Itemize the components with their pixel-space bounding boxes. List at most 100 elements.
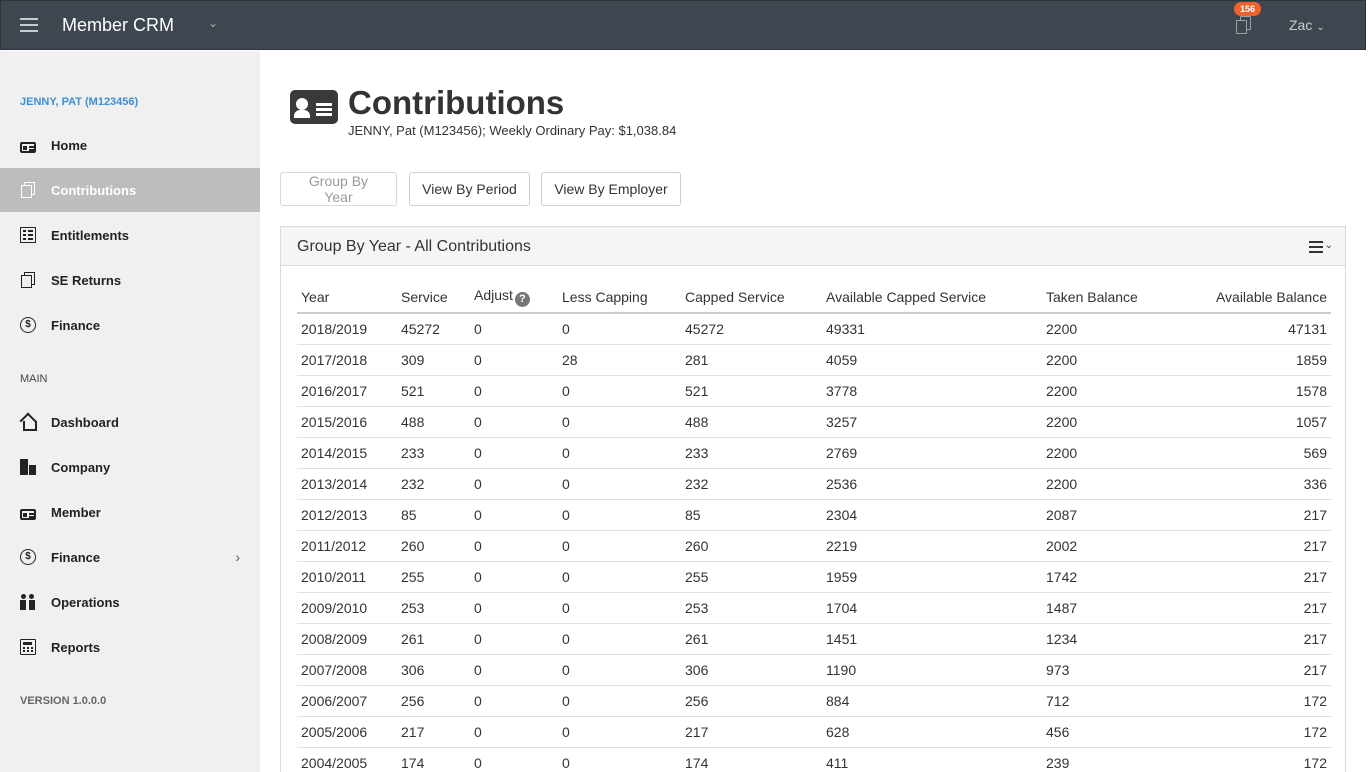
table-cell: 488 — [397, 406, 470, 438]
table-cell: 217 — [1182, 530, 1331, 562]
hamburger-menu-icon[interactable] — [20, 18, 38, 32]
app-title[interactable]: Member CRM — [62, 15, 174, 36]
table-row[interactable]: 2006/2007 256 0 0 256 884 712 172 — [297, 685, 1331, 717]
sidebar-item-finance-main[interactable]: $ Finance › — [0, 535, 260, 579]
table-cell: 233 — [397, 437, 470, 469]
table-row[interactable]: 2007/2008 306 0 0 306 1190 973 217 — [297, 654, 1331, 686]
table-cell: 2018/2019 — [297, 313, 397, 345]
help-icon[interactable]: ? — [514, 292, 530, 307]
table-cell: 217 — [1182, 499, 1331, 531]
sidebar-item-label: Operations — [51, 594, 120, 610]
table-cell: 45272 — [681, 313, 822, 345]
table-row[interactable]: 2016/2017 521 0 0 521 3778 2200 1578 — [297, 375, 1331, 407]
view-by-period-button[interactable]: View By Period — [409, 172, 530, 206]
panel-title: Group By Year - All Contributions — [297, 238, 531, 255]
sidebar-item-company[interactable]: Company — [0, 445, 260, 489]
table-row[interactable]: 2009/2010 253 0 0 253 1704 1487 217 — [297, 592, 1331, 624]
chevron-down-icon[interactable]: ⌄ — [1325, 240, 1333, 251]
table-cell: 2011/2012 — [297, 530, 397, 562]
table-cell: 1451 — [822, 623, 1042, 655]
table-row[interactable]: 2005/2006 217 0 0 217 628 456 172 — [297, 716, 1331, 748]
sidebar-item-label: Contributions — [51, 182, 137, 198]
table-cell: 1057 — [1182, 406, 1331, 438]
table-cell: 2013/2014 — [297, 468, 397, 500]
panel-header: Group By Year - All Contributions ⌄ — [281, 227, 1345, 266]
table-cell: 521 — [681, 375, 822, 407]
table-cell: 281 — [681, 344, 822, 376]
table-cell: 0 — [470, 592, 558, 624]
view-by-employer-button[interactable]: View By Employer — [541, 172, 681, 206]
table-row[interactable]: 2008/2009 261 0 0 261 1451 1234 217 — [297, 623, 1331, 655]
table-cell: 2200 — [1042, 437, 1182, 469]
table-cell: 174 — [397, 747, 470, 772]
column-header-taken-balance[interactable]: Taken Balance — [1042, 282, 1182, 314]
menu-icon[interactable] — [1309, 241, 1323, 253]
table-cell: 0 — [558, 406, 681, 438]
table-row[interactable]: 2012/2013 85 0 0 85 2304 2087 217 — [297, 499, 1331, 531]
table-cell: 306 — [681, 654, 822, 686]
table-cell: 521 — [397, 375, 470, 407]
table-cell: 217 — [397, 716, 470, 748]
sidebar-item-operations[interactable]: Operations — [0, 580, 260, 624]
table-row[interactable]: 2014/2015 233 0 0 233 2769 2200 569 — [297, 437, 1331, 469]
table-cell: 0 — [470, 406, 558, 438]
table-cell: 0 — [470, 437, 558, 469]
table-cell: 45272 — [397, 313, 470, 345]
table-cell: 2007/2008 — [297, 654, 397, 686]
table-cell: 2219 — [822, 530, 1042, 562]
top-bar: Member CRM ⌄ 156 Zac ⌄ — [0, 0, 1366, 50]
table-cell: 28 — [558, 344, 681, 376]
column-header-less-capping[interactable]: Less Capping — [558, 282, 681, 314]
sidebar-item-dashboard[interactable]: Dashboard — [0, 400, 260, 444]
table-cell: 253 — [397, 592, 470, 624]
table-row[interactable]: 2004/2005 174 0 0 174 411 239 172 — [297, 747, 1331, 772]
column-header-adjust[interactable]: Adjust? — [470, 282, 558, 314]
sidebar-item-member[interactable]: Member — [0, 490, 260, 534]
table-row[interactable]: 2013/2014 232 0 0 232 2536 2200 336 — [297, 468, 1331, 500]
sidebar-item-finance[interactable]: $ Finance — [0, 303, 260, 347]
table-cell: 411 — [822, 747, 1042, 772]
table-cell: 4059 — [822, 344, 1042, 376]
table-cell: 233 — [681, 437, 822, 469]
table-cell: 0 — [558, 313, 681, 345]
table-row[interactable]: 2017/2018 309 0 28 281 4059 2200 1859 — [297, 344, 1331, 376]
table-cell: 456 — [1042, 716, 1182, 748]
table-cell: 336 — [1182, 468, 1331, 500]
notifications-icon[interactable] — [1236, 16, 1252, 34]
sidebar-item-home[interactable]: Home — [0, 123, 260, 167]
table-cell: 0 — [558, 561, 681, 593]
table-cell: 217 — [1182, 561, 1331, 593]
table-row[interactable]: 2010/2011 255 0 0 255 1959 1742 217 — [297, 561, 1331, 593]
column-header-year[interactable]: Year — [297, 282, 397, 314]
sidebar-item-label: Reports — [51, 639, 101, 655]
table-cell: 172 — [1182, 747, 1331, 772]
sidebar-item-se-returns[interactable]: SE Returns — [0, 258, 260, 302]
table-cell: 85 — [681, 499, 822, 531]
user-name: Zac — [1289, 17, 1313, 33]
group-by-year-button[interactable]: Group By Year — [280, 172, 397, 206]
page-title: Contributions — [348, 84, 565, 121]
column-header-label: Adjust — [474, 287, 513, 303]
table-cell: 2015/2016 — [297, 406, 397, 438]
copy-icon — [20, 272, 36, 288]
chevron-down-icon[interactable]: ⌄ — [208, 16, 218, 30]
table-body: 2018/2019 45272 0 0 45272 49331 2200 47131 2017/… — [297, 313, 1331, 772]
column-header-service[interactable]: Service — [397, 282, 470, 314]
member-name[interactable]: JENNY, PAT (M123456) — [20, 96, 138, 108]
sidebar-item-contributions[interactable]: Contributions — [0, 168, 260, 212]
sidebar-item-entitlements[interactable]: Entitlements — [0, 213, 260, 257]
building-icon — [20, 459, 36, 475]
table-cell: 253 — [681, 592, 822, 624]
table-row[interactable]: 2015/2016 488 0 0 488 3257 2200 1057 — [297, 406, 1331, 438]
sidebar-item-reports[interactable]: Reports — [0, 625, 260, 669]
table-cell: 2087 — [1042, 499, 1182, 531]
column-header-available-balance[interactable]: Available Balance — [1182, 282, 1331, 314]
table-row[interactable]: 2018/2019 45272 0 0 45272 49331 2200 47131 — [297, 313, 1331, 345]
column-header-capped-service[interactable]: Capped Service — [681, 282, 822, 314]
column-header-available-capped-service[interactable]: Available Capped Service — [822, 282, 1042, 314]
user-menu[interactable]: Zac ⌄ — [1289, 17, 1325, 33]
table-cell: 0 — [558, 654, 681, 686]
table-row[interactable]: 2011/2012 260 0 0 260 2219 2002 217 — [297, 530, 1331, 562]
sidebar-item-label: Home — [51, 137, 88, 153]
table-header-row: Year Service Adjust? Less Capping Capped… — [297, 282, 1331, 314]
